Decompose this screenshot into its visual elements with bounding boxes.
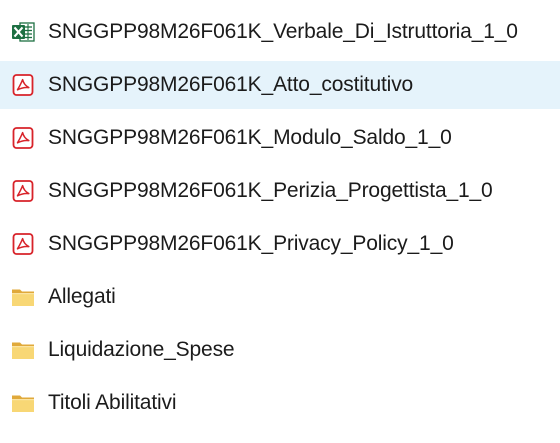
folder-item-liquidazione-spese[interactable]: Liquidazione_Spese	[0, 326, 560, 374]
file-item-privacy-policy[interactable]: SNGGPP98M26F061K_Privacy_Policy_1_0	[0, 220, 560, 268]
file-item-perizia-progettista[interactable]: SNGGPP98M26F061K_Perizia_Progettista_1_0	[0, 167, 560, 215]
pdf-file-icon	[12, 127, 34, 149]
folder-name: Liquidazione_Spese	[48, 338, 235, 361]
folder-icon	[12, 289, 34, 306]
file-item-modulo-saldo[interactable]: SNGGPP98M26F061K_Modulo_Saldo_1_0	[0, 114, 560, 162]
folder-name: Titoli Abilitativi	[48, 391, 177, 414]
folder-icon	[12, 395, 34, 412]
file-name: SNGGPP98M26F061K_Perizia_Progettista_1_0	[48, 179, 493, 202]
folder-name: Allegati	[48, 285, 116, 308]
file-name: SNGGPP98M26F061K_Modulo_Saldo_1_0	[48, 126, 452, 149]
file-item-atto-costitutivo[interactable]: SNGGPP98M26F061K_Atto_costitutivo	[0, 61, 560, 109]
excel-file-icon	[12, 22, 35, 42]
file-name: SNGGPP98M26F061K_Privacy_Policy_1_0	[48, 232, 454, 255]
file-list: SNGGPP98M26F061K_Verbale_Di_Istruttoria_…	[0, 8, 560, 432]
folder-item-titoli-abilitativi[interactable]: Titoli Abilitativi	[0, 379, 560, 427]
folder-item-allegati[interactable]: Allegati	[0, 273, 560, 321]
file-item-verbale-di-istruttoria[interactable]: SNGGPP98M26F061K_Verbale_Di_Istruttoria_…	[0, 8, 560, 56]
file-name: SNGGPP98M26F061K_Atto_costitutivo	[48, 73, 414, 96]
folder-icon	[12, 342, 34, 359]
pdf-file-icon	[12, 233, 34, 255]
pdf-file-icon	[12, 180, 34, 202]
pdf-file-icon	[12, 74, 34, 96]
file-name: SNGGPP98M26F061K_Verbale_Di_Istruttoria_…	[48, 20, 518, 43]
